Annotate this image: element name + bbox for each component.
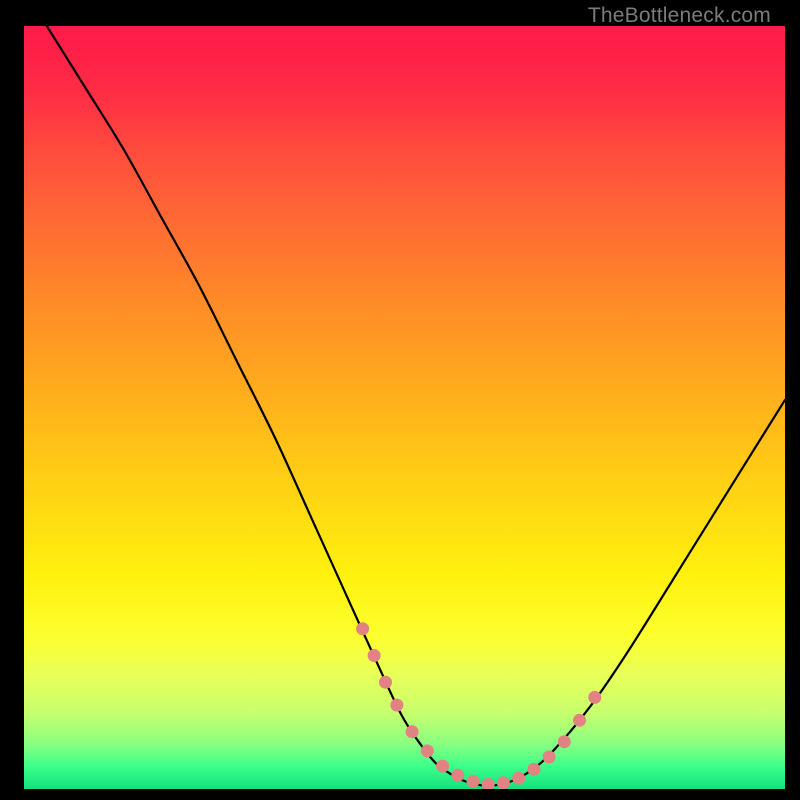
highlight-dot	[467, 775, 480, 788]
highlight-dot	[497, 776, 510, 789]
watermark-text: TheBottleneck.com	[588, 4, 771, 28]
highlight-dot	[368, 649, 381, 662]
bottleneck-chart	[24, 26, 785, 789]
highlight-dot	[406, 725, 419, 738]
highlight-dot	[451, 769, 464, 782]
highlight-dots-group	[356, 622, 601, 789]
highlight-dot	[421, 744, 434, 757]
highlight-dot	[588, 691, 601, 704]
highlight-dot	[482, 778, 495, 789]
highlight-dot	[390, 699, 403, 712]
highlight-dot	[379, 676, 392, 689]
bottleneck-curve	[47, 26, 785, 786]
highlight-dot	[543, 751, 556, 764]
highlight-dot	[573, 714, 586, 727]
highlight-dot	[436, 760, 449, 773]
highlight-dot	[558, 735, 571, 748]
highlight-dot	[527, 763, 540, 776]
highlight-dot	[512, 772, 525, 785]
chart-frame: TheBottleneck.com	[24, 0, 785, 789]
highlight-dot	[356, 622, 369, 635]
